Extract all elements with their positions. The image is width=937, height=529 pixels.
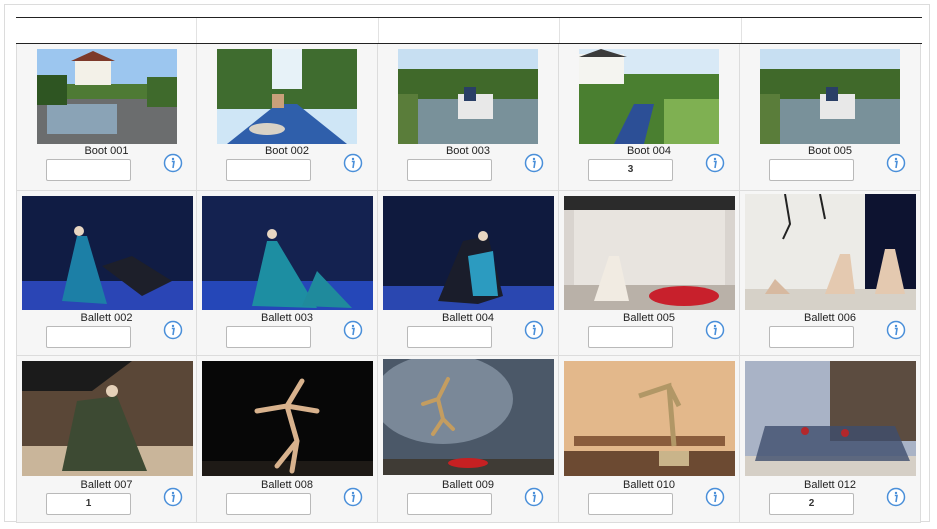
grid-row: Ballett 002 Ballett 003 Ballett 004 Ball…: [16, 191, 922, 356]
image-card: Ballett 008: [197, 356, 378, 523]
rank-input[interactable]: [588, 326, 673, 348]
info-icon[interactable]: [886, 153, 906, 173]
rank-input[interactable]: [46, 326, 131, 348]
ballet-photo[interactable]: [202, 361, 373, 476]
header-cell: [560, 18, 742, 43]
rank-input[interactable]: [226, 326, 311, 348]
boat-photo[interactable]: [217, 49, 357, 144]
rank-input[interactable]: [46, 159, 131, 181]
rank-input[interactable]: [407, 326, 492, 348]
header-cell: [379, 18, 561, 43]
info-icon[interactable]: [343, 320, 363, 340]
ballet-photo[interactable]: [745, 194, 916, 310]
image-card: Ballett 010: [559, 356, 740, 523]
image-card: Boot 005: [740, 44, 921, 191]
ballet-photo[interactable]: [202, 196, 373, 310]
image-card: Ballett 006: [740, 191, 921, 356]
rank-input[interactable]: [407, 493, 492, 515]
info-icon[interactable]: [705, 320, 725, 340]
ballet-photo[interactable]: [383, 196, 554, 310]
rank-input[interactable]: 2: [769, 493, 854, 515]
ballet-photo[interactable]: [745, 361, 916, 476]
ballet-photo[interactable]: [564, 361, 735, 476]
rank-input[interactable]: [769, 159, 854, 181]
info-icon[interactable]: [343, 487, 363, 507]
ranking-panel: Boot 001 Boot 002 Boot 003 Boot 004 3 Bo…: [4, 4, 930, 523]
grid-row: Boot 001 Boot 002 Boot 003 Boot 004 3 Bo…: [16, 44, 922, 191]
info-icon[interactable]: [705, 153, 725, 173]
image-card: Boot 001: [16, 44, 197, 191]
ballet-photo[interactable]: [22, 196, 193, 310]
boat-photo[interactable]: [398, 49, 538, 144]
info-icon[interactable]: [163, 487, 183, 507]
rank-input[interactable]: 1: [46, 493, 131, 515]
info-icon[interactable]: [705, 487, 725, 507]
boat-photo[interactable]: [579, 49, 719, 144]
image-grid: Boot 001 Boot 002 Boot 003 Boot 004 3 Bo…: [16, 17, 922, 523]
image-card: Ballett 009: [378, 356, 559, 523]
rank-input[interactable]: 3: [588, 159, 673, 181]
image-card: Ballett 012 2: [740, 356, 921, 523]
boat-photo[interactable]: [37, 49, 177, 144]
info-icon[interactable]: [524, 487, 544, 507]
info-icon[interactable]: [886, 487, 906, 507]
grid-row: Ballett 007 1 Ballett 008 Ballett 009 Ba…: [16, 356, 922, 523]
rank-input[interactable]: [226, 493, 311, 515]
image-card: Boot 002: [197, 44, 378, 191]
ballet-photo[interactable]: [564, 196, 735, 310]
image-card: Ballett 002: [16, 191, 197, 356]
ballet-photo[interactable]: [22, 361, 193, 476]
rank-input[interactable]: [407, 159, 492, 181]
info-icon[interactable]: [343, 153, 363, 173]
ballet-photo[interactable]: [383, 359, 554, 475]
info-icon[interactable]: [524, 153, 544, 173]
rank-input[interactable]: [588, 493, 673, 515]
rank-input[interactable]: [769, 326, 854, 348]
image-card: Ballett 005: [559, 191, 740, 356]
image-card: Ballett 003: [197, 191, 378, 356]
rank-input[interactable]: [226, 159, 311, 181]
header-cell: [742, 18, 922, 43]
boat-photo[interactable]: [760, 49, 900, 144]
grid-header: [16, 17, 922, 44]
header-cell: [197, 18, 379, 43]
info-icon[interactable]: [886, 320, 906, 340]
info-icon[interactable]: [163, 320, 183, 340]
header-cell: [16, 18, 198, 43]
image-card: Ballett 007 1: [16, 356, 197, 523]
image-card: Boot 004 3: [559, 44, 740, 191]
info-icon[interactable]: [524, 320, 544, 340]
info-icon[interactable]: [163, 153, 183, 173]
image-card: Boot 003: [378, 44, 559, 191]
image-card: Ballett 004: [378, 191, 559, 356]
